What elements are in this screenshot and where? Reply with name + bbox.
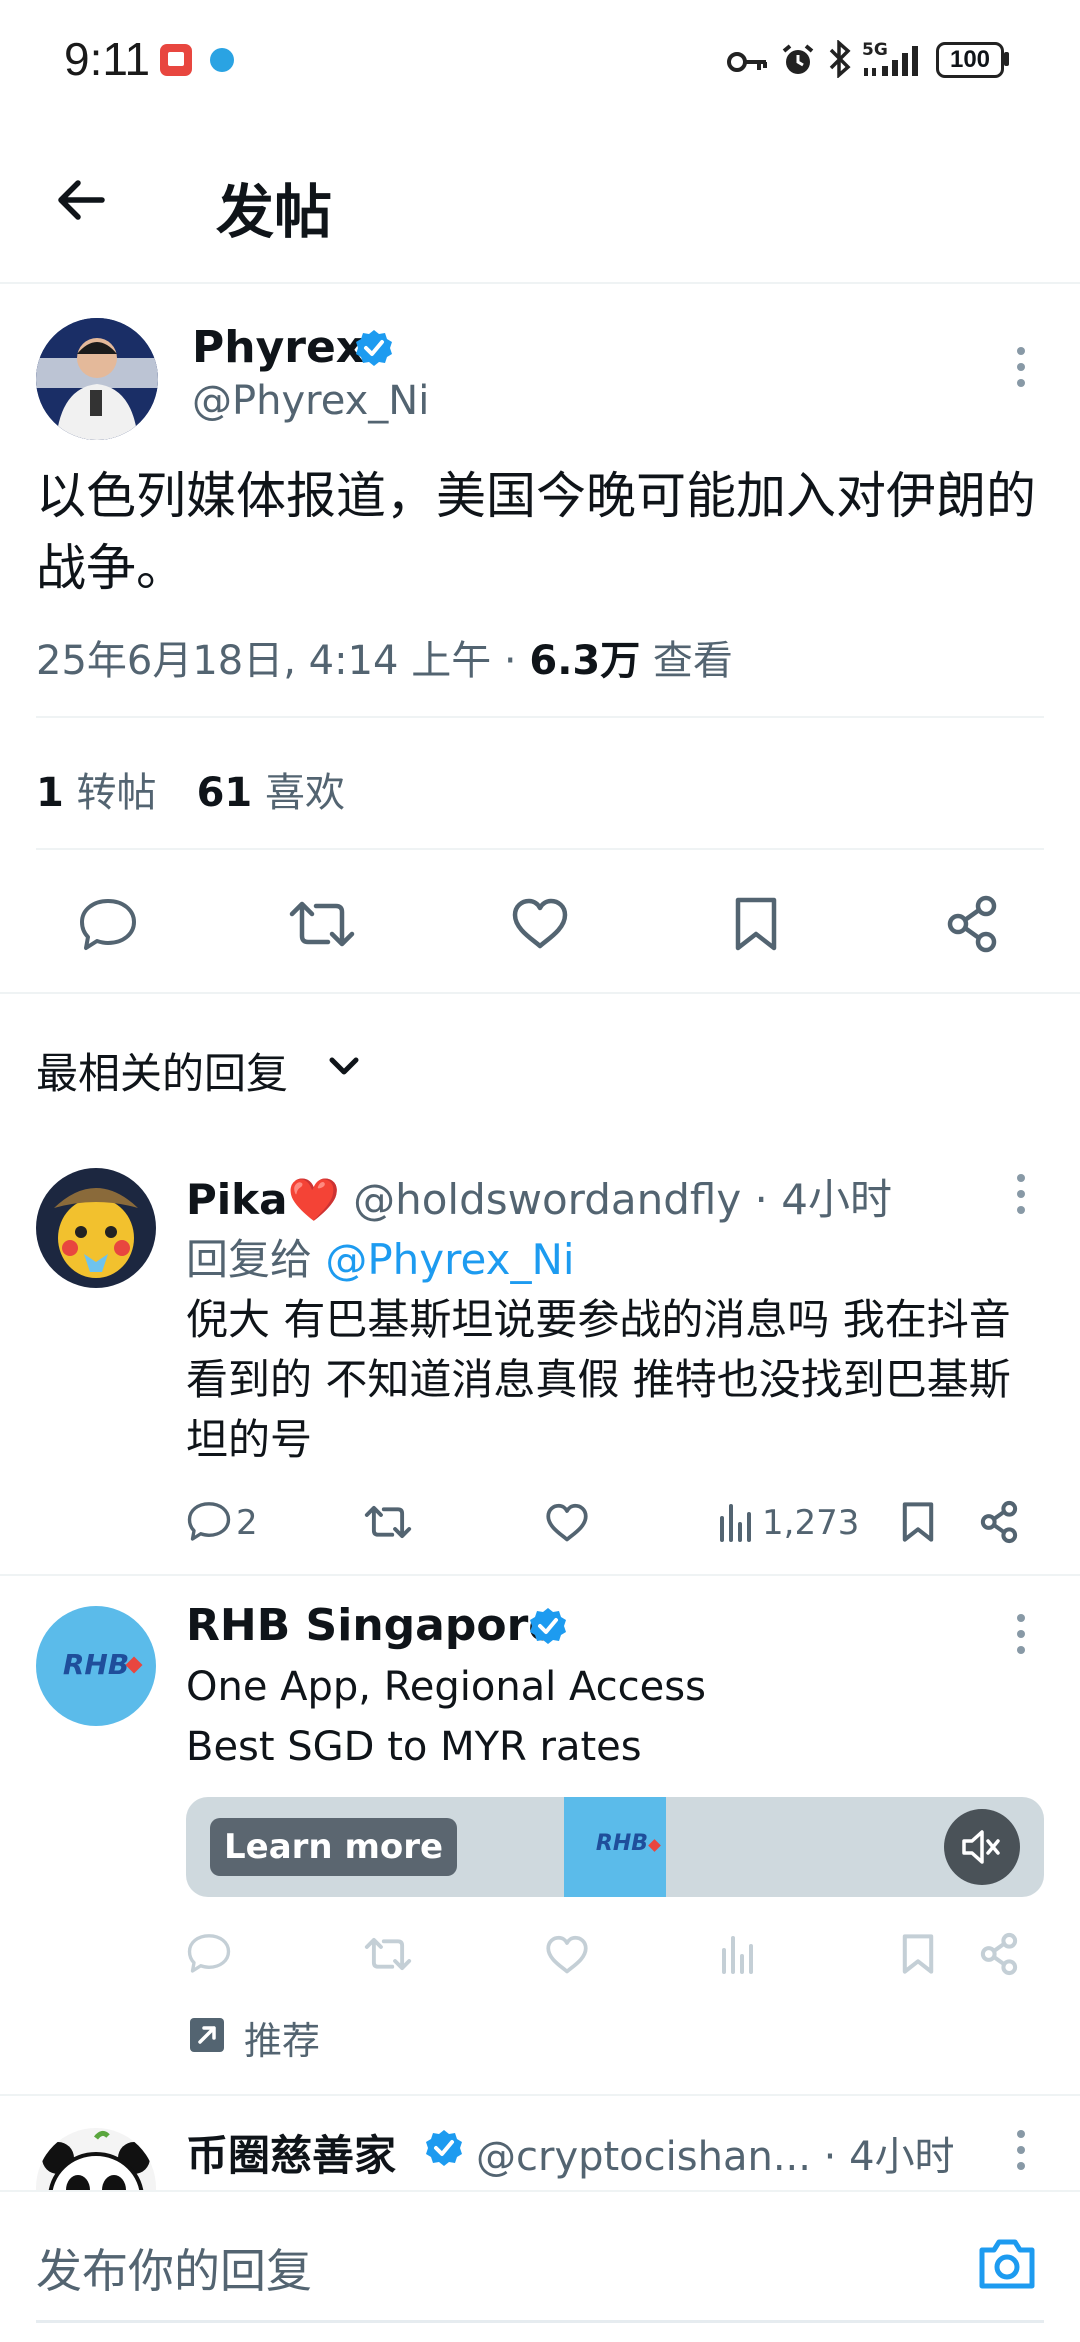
reply-text: 倪大 有巴基斯坦说要参战的消息吗 我在抖音看到的 不知道消息真假 推特也没找到巴…	[186, 1295, 1011, 1464]
reply-author-emoji: ❤️	[287, 1175, 340, 1224]
next-reply-more-options-icon[interactable]	[1010, 2128, 1032, 2172]
ad-logo-tile: RHB	[564, 1797, 666, 1897]
next-reply-header: 币圈慈善家	[186, 2122, 396, 2183]
verified-badge-icon	[530, 1608, 566, 1644]
ad-divider	[0, 2094, 1080, 2096]
arrow-left-icon[interactable]	[52, 170, 112, 230]
ad-line-1: One App, Regional Access	[186, 1664, 706, 1710]
status-time: 9:11	[64, 33, 151, 85]
header-divider	[0, 282, 1080, 284]
share-icon[interactable]	[978, 1932, 1020, 1976]
key-icon	[727, 52, 767, 72]
bluetooth-icon	[829, 40, 851, 78]
more-options-icon[interactable]	[1010, 345, 1032, 389]
author-avatar[interactable]	[36, 318, 158, 440]
reply-author-avatar[interactable]	[36, 1168, 156, 1288]
reply-author-name[interactable]: Pika	[186, 1175, 287, 1224]
views-label: 查看	[640, 638, 733, 684]
views-count: 6.3万	[529, 638, 641, 684]
reply-count: 2	[236, 1503, 258, 1543]
ad-media-logo-diamond	[648, 1839, 661, 1852]
camera-icon[interactable]	[976, 2236, 1038, 2292]
reply-more-options-icon[interactable]	[1010, 1172, 1032, 1216]
reply-author-handle[interactable]: @holdswordandfly	[353, 1175, 741, 1224]
ad-author-name[interactable]: RHB Singapore	[186, 1600, 558, 1651]
chevron-down-icon[interactable]	[326, 1052, 362, 1080]
alarm-icon	[782, 44, 814, 74]
like-icon[interactable]	[510, 896, 570, 952]
retweet-icon[interactable]	[364, 1502, 412, 1542]
engagement-stats: 1 转帖 61 喜欢	[36, 760, 345, 818]
retweet-icon[interactable]	[288, 896, 356, 952]
notification-app-icon	[160, 44, 192, 76]
reply-input[interactable]: 发布你的回复	[36, 2235, 312, 2301]
next-reply-time: · 4小时	[810, 2134, 955, 2180]
meta-divider	[36, 716, 1044, 718]
tweet-text: 以色列媒体报道，美国今晚可能加入对伊朗的战争。	[36, 467, 1036, 597]
replies-sort-dropdown[interactable]: 最相关的回复	[36, 1040, 288, 1101]
like-icon[interactable]	[544, 1502, 590, 1544]
next-reply-author-name[interactable]: 币圈慈善家	[186, 2131, 396, 2180]
retweet-icon[interactable]	[364, 1934, 412, 1974]
verified-badge-icon	[356, 330, 392, 366]
ad-author-avatar[interactable]: RHB	[36, 1606, 156, 1726]
mute-button[interactable]	[944, 1809, 1020, 1885]
bookmark-icon[interactable]	[732, 894, 780, 954]
author-name[interactable]: Phyrex	[192, 322, 364, 373]
reply-time: · 4小时	[741, 1175, 892, 1224]
ad-media[interactable]: Learn more RHB	[186, 1797, 1044, 1897]
page-title: 发帖	[216, 178, 333, 246]
reply-input-underline	[36, 2320, 1044, 2323]
likes-stat[interactable]: 61 喜欢	[197, 770, 345, 816]
telegram-icon	[210, 48, 234, 72]
ad-more-options-icon[interactable]	[1010, 1612, 1032, 1656]
ad-media-logo: RHB	[595, 1831, 648, 1856]
share-icon[interactable]	[944, 894, 1000, 954]
share-icon[interactable]	[978, 1500, 1020, 1544]
reply-to-handle[interactable]: @Phyrex_Ni	[325, 1235, 574, 1284]
promoted-icon	[190, 2018, 224, 2052]
bookmark-icon[interactable]	[900, 1932, 936, 1976]
verified-badge-icon	[426, 2130, 462, 2166]
learn-more-button[interactable]: Learn more	[210, 1818, 458, 1876]
battery-indicator: 100	[936, 42, 1004, 78]
reply-icon[interactable]	[186, 1932, 232, 1974]
tweet-meta: 25年6月18日, 4:14 上午 · 6.3万 查看	[36, 628, 733, 686]
speaker-muted-icon	[962, 1830, 1000, 1864]
next-reply-meta: @cryptocishan... · 4小时	[476, 2124, 955, 2182]
reply-to-line: 回复给 @Phyrex_Ni	[186, 1235, 575, 1284]
promoted-label: 推荐	[244, 2019, 321, 2063]
battery-tip	[1004, 52, 1009, 66]
reply-icon[interactable]	[78, 896, 138, 952]
bookmark-icon[interactable]	[900, 1500, 936, 1544]
reply-views-count: 1,273	[762, 1503, 860, 1543]
stats-divider	[36, 848, 1044, 850]
next-reply-author-handle[interactable]: @cryptocishan...	[476, 2134, 811, 2180]
retweets-stat[interactable]: 1 转帖	[36, 770, 157, 816]
reply-header: Pika❤️ @holdswordandfly · 4小时	[186, 1166, 892, 1227]
author-handle[interactable]: @Phyrex_Ni	[192, 378, 429, 424]
views-icon[interactable]	[718, 1500, 754, 1542]
signal-icon	[864, 46, 918, 76]
replies-sort-label: 最相关的回复	[36, 1049, 289, 1098]
like-icon[interactable]	[544, 1934, 590, 1976]
actions-divider	[0, 992, 1080, 994]
status-bar: 9:11 5G 100	[0, 0, 1080, 120]
reply-divider	[0, 1574, 1080, 1576]
ad-line-2: Best SGD to MYR rates	[186, 1724, 642, 1770]
views-icon[interactable]	[720, 1932, 756, 1974]
reply-icon[interactable]	[186, 1500, 232, 1542]
tweet-timestamp[interactable]: 25年6月18日, 4:14 上午 ·	[36, 638, 529, 684]
